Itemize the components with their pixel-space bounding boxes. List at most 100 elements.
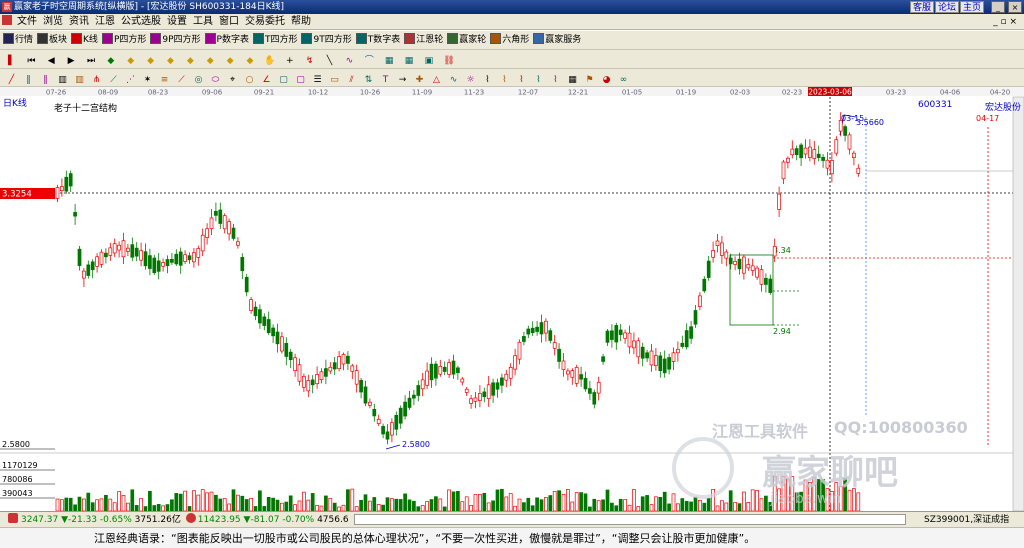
minimize-icon[interactable]: _ [991, 1, 1005, 13]
square-b-tool-icon[interactable]: ▢ [295, 75, 306, 86]
forum-button[interactable]: 论坛 [935, 1, 959, 13]
close-icon[interactable]: × [1008, 1, 1022, 13]
text-tool-icon[interactable]: T [380, 75, 391, 86]
diamond-tool-2-icon[interactable]: ◆ [125, 56, 136, 67]
fib-tool-icon[interactable]: ≡ [159, 75, 170, 86]
toolbar-blocks-button[interactable]: 板块 [37, 31, 67, 49]
hand-tool-icon[interactable]: ✋ [264, 56, 275, 67]
menu-settings[interactable]: 设置 [164, 14, 190, 30]
star-tool-icon[interactable]: ✶ [142, 75, 153, 86]
bars-b-tool-icon[interactable]: ▥ [74, 75, 85, 86]
diamond-tool-5-icon[interactable]: ◆ [185, 56, 196, 67]
triangle-tool-icon[interactable]: △ [431, 75, 442, 86]
grid-c-tool-icon[interactable]: ▦ [567, 75, 578, 86]
crosshair-tool-icon[interactable]: + [284, 56, 295, 67]
menu-info[interactable]: 资讯 [66, 14, 92, 30]
menu-app-icon[interactable] [0, 14, 14, 30]
play-first-icon[interactable]: ⏮ [26, 56, 37, 67]
play-prev-icon[interactable]: ◀ [46, 56, 57, 67]
circle-tool-icon[interactable]: ○ [244, 75, 255, 86]
grid-a-tool-icon[interactable]: ‖ [23, 75, 34, 86]
cursor-tool-icon[interactable]: ▌ [6, 56, 17, 67]
time-a-tool-icon[interactable]: ⌇ [482, 75, 493, 86]
compass-tool-icon[interactable]: ⌖ [227, 75, 238, 86]
menu-help[interactable]: 帮助 [288, 14, 314, 30]
toolbar-grid-button[interactable]: 行情 [3, 31, 33, 49]
pie-tool-icon[interactable]: ◕ [601, 75, 612, 86]
horizontal-scrollbar[interactable] [354, 514, 906, 525]
volume-bar [112, 502, 117, 511]
line-tool-icon[interactable]: ╲ [324, 56, 335, 67]
ruler-tool-icon[interactable]: ╱ [6, 75, 17, 86]
volume-bar [566, 489, 570, 511]
time-c-tool-icon[interactable]: ⌇ [516, 75, 527, 86]
customer-service-button[interactable]: 客服 [910, 1, 934, 13]
box-tool-icon[interactable]: ▣ [423, 56, 434, 67]
toolbar-winner-wheel-button[interactable]: 赢家轮 [447, 31, 486, 49]
menu-browse[interactable]: 浏览 [40, 14, 66, 30]
arrows-tool-icon[interactable]: ⇅ [363, 75, 374, 86]
sun-tool-icon[interactable]: ☼ [465, 75, 476, 86]
menu-file[interactable]: 文件 [14, 14, 40, 30]
time-d-tool-icon[interactable]: ⌇ [533, 75, 544, 86]
diamond-tool-8-icon[interactable]: ◆ [245, 56, 256, 67]
arc-tool-icon[interactable]: ⌒ [364, 56, 375, 67]
levels-tool-icon[interactable]: ☰ [312, 75, 323, 86]
pitch-tool-icon[interactable]: ⋰ [125, 75, 136, 86]
fan-tool-icon[interactable]: ⟋ [108, 75, 119, 86]
mdi-controls[interactable]: _ ▫ × [990, 14, 1020, 30]
ray-tool-icon[interactable]: → [397, 75, 408, 86]
gann-fan-tool-icon[interactable]: ⟋ [176, 75, 187, 86]
ellipse-tool-icon[interactable]: ⬭ [210, 75, 221, 86]
candle-body [601, 356, 605, 362]
toolbar-9p-square-button[interactable]: 9P四方形 [150, 31, 201, 49]
cross-tool-icon[interactable]: ✚ [414, 75, 425, 86]
play-last-icon[interactable]: ⏭ [86, 56, 97, 67]
curve-tool-icon[interactable]: ∿ [344, 56, 355, 67]
toolbar-p-square-button[interactable]: P四方形 [101, 31, 146, 49]
box-tool-icon[interactable]: ▭ [329, 75, 340, 86]
toolbar-hexagon-button[interactable]: 六角形 [490, 31, 529, 49]
menu-window[interactable]: 窗口 [216, 14, 242, 30]
toolbar-service-button[interactable]: 赢家服务 [533, 31, 581, 49]
grid-tool-icon[interactable]: ▦ [404, 56, 415, 67]
sh-index-value[interactable]: 3247.37 [21, 515, 58, 525]
link-tool-icon[interactable]: ⛓ [443, 56, 454, 67]
kline-chart-panel[interactable]: 07-26 08-09 08-23 09-06 09-21 10-12 10-26 11-09… [0, 87, 1024, 511]
square-a-tool-icon[interactable]: ▢ [278, 75, 289, 86]
menu-formula[interactable]: 公式选股 [118, 14, 164, 30]
channel-tool-icon[interactable]: ⫽ [346, 75, 357, 86]
toolbar-p-table-button[interactable]: P数字表 [204, 31, 249, 49]
homepage-button[interactable]: 主页 [960, 1, 984, 13]
loop-tool-icon[interactable]: ∞ [618, 75, 629, 86]
toolbar-candlestick-button[interactable]: K线 [71, 31, 98, 49]
toolbar-gann-wheel-button[interactable]: 江恩轮 [404, 31, 443, 49]
diamond-tool-3-icon[interactable]: ◆ [145, 56, 156, 67]
time-b-tool-icon[interactable]: ⌇ [499, 75, 510, 86]
menu-gann[interactable]: 江恩 [92, 14, 118, 30]
fork-tool-icon[interactable]: ⋔ [91, 75, 102, 86]
bars-a-tool-icon[interactable]: ▥ [57, 75, 68, 86]
sz-index-value[interactable]: 11423.95 [198, 515, 241, 525]
diamond-tool-4-icon[interactable]: ◆ [165, 56, 176, 67]
candle-body [830, 160, 834, 175]
diamond-tool-7-icon[interactable]: ◆ [225, 56, 236, 67]
angle-tool-icon[interactable]: ∠ [261, 75, 272, 86]
table-tool-icon[interactable]: ▦ [384, 56, 395, 67]
drawing-toolbar: ▌ ⏮ ◀ ▶ ⏭ ◆ ◆ ◆ ◆ ◆ ◆ ◆ ◆ ✋ + ↯ ╲ ∿ ⌒ ▦ … [0, 50, 1024, 69]
play-next-icon[interactable]: ▶ [66, 56, 77, 67]
zigzag-tool-icon[interactable]: ↯ [304, 56, 315, 67]
menu-trade[interactable]: 交易委托 [242, 14, 288, 30]
time-e-tool-icon[interactable]: ⌇ [550, 75, 561, 86]
vertical-scrollbar[interactable] [1012, 96, 1024, 511]
wave-tool-icon[interactable]: ∿ [448, 75, 459, 86]
cycle-tool-icon[interactable]: ◎ [193, 75, 204, 86]
grid-b-tool-icon[interactable]: ‖ [40, 75, 51, 86]
diamond-tool-6-icon[interactable]: ◆ [205, 56, 216, 67]
menu-tools[interactable]: 工具 [190, 14, 216, 30]
toolbar-t-square-button[interactable]: T四方形 [252, 31, 297, 49]
diamond-tool-1-icon[interactable]: ◆ [105, 56, 116, 67]
flag-tool-icon[interactable]: ⚑ [584, 75, 595, 86]
toolbar-9t-square-button[interactable]: 9T四方形 [301, 31, 352, 49]
toolbar-t-table-button[interactable]: T数字表 [355, 31, 400, 49]
